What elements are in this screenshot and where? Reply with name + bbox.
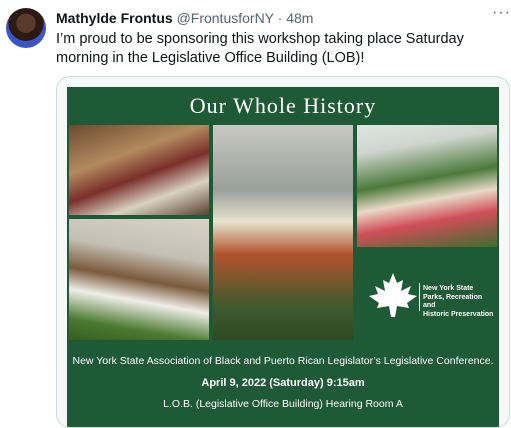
more-options-icon[interactable]: ··· <box>492 4 511 22</box>
logo-line: New York State <box>423 285 474 292</box>
avatar[interactable] <box>6 8 46 48</box>
maple-leaf-icon <box>369 273 417 317</box>
event-location: L.O.B. (Legislative Office Building) Hea… <box>163 398 403 410</box>
conference-name: New York State Association of Black and … <box>72 355 494 367</box>
logo-divider <box>419 283 420 311</box>
poster-title: Our Whole History <box>189 93 377 118</box>
photo-woman-gourd <box>357 125 497 247</box>
tweet-header: Mathylde Frontus @FrontusforNY · 48m <box>56 9 313 27</box>
photo-drummer <box>213 125 353 340</box>
tweet-text: I’m proud to be sponsoring this workshop… <box>56 31 464 66</box>
timestamp[interactable]: 48m <box>286 10 313 26</box>
logo-line: Historic Preservation <box>423 310 494 318</box>
event-poster: Our Whole History New York State Parks, … <box>67 87 499 427</box>
logo-line: Parks, Recreation and <box>423 293 483 310</box>
author-handle[interactable]: @FrontusforNY <box>177 10 274 26</box>
separator-dot: · <box>277 10 283 26</box>
logo-text: New York State Parks, Recreation and His… <box>423 285 495 319</box>
tweet-media[interactable]: Our Whole History New York State Parks, … <box>56 76 510 428</box>
event-date: April 9, 2022 (Saturday) 9:15am <box>201 377 365 389</box>
photo-reenactors-group <box>69 125 209 215</box>
author-name[interactable]: Mathylde Frontus <box>56 10 173 26</box>
nys-parks-logo: New York State Parks, Recreation and His… <box>357 251 497 340</box>
photo-barrel-men <box>69 219 209 340</box>
